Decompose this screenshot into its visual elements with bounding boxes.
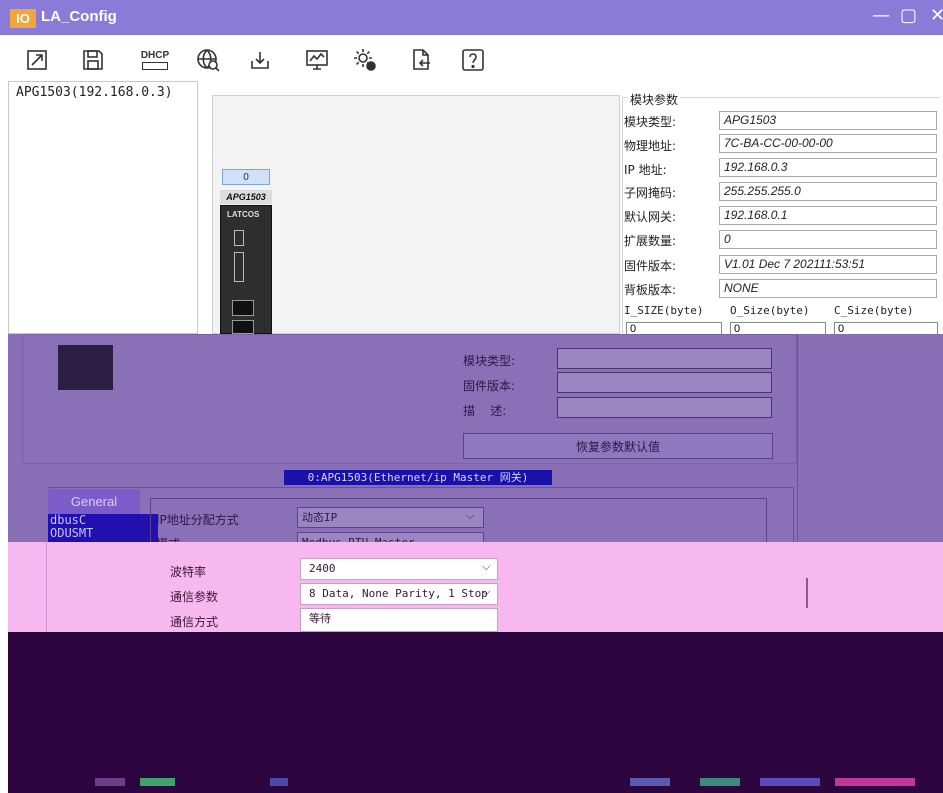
help-icon[interactable] — [458, 45, 488, 75]
device-tree — [8, 81, 198, 334]
noise-strip — [140, 778, 175, 786]
submodule-image — [58, 345, 113, 390]
settings-icon[interactable] — [350, 45, 380, 75]
maximize-button[interactable]: ▢ — [900, 5, 917, 26]
selected-module-bar: 0:APG1503(Ethernet/ip Master 网关) — [284, 470, 552, 485]
param-label: 背板版本: — [624, 283, 677, 297]
tab-general[interactable]: General — [48, 489, 140, 514]
param-value-firmware[interactable]: V1.01 Dec 7 202111:53:51 — [719, 255, 937, 274]
i-size-header: I_SIZE(byte) — [624, 304, 704, 317]
param-value-gateway[interactable]: 192.168.0.1 — [719, 206, 937, 225]
param-value-backplane[interactable]: NONE — [719, 279, 937, 298]
noise-strip — [270, 778, 288, 786]
param-label: 默认网关: — [624, 210, 677, 224]
comm-method-label: 通信方式 — [170, 615, 219, 629]
download-icon[interactable] — [245, 45, 275, 75]
noise-strip — [700, 778, 740, 786]
title-bar — [0, 0, 943, 35]
param-label: 子网掩码: — [624, 186, 677, 200]
sub-type-field[interactable] — [557, 348, 772, 369]
close-button[interactable]: ✕ — [930, 5, 943, 26]
noise-strip — [95, 778, 125, 786]
i-size-input[interactable]: 0 — [626, 322, 722, 335]
c-size-input[interactable]: 0 — [834, 322, 938, 335]
device-label: APG1503 — [220, 190, 272, 204]
device-brand: LATCOS — [227, 210, 260, 219]
device-led-block — [234, 230, 244, 246]
open-icon[interactable] — [22, 45, 52, 75]
chevron-down-icon: ⌵ — [482, 585, 491, 598]
param-label: 物理地址: — [624, 139, 677, 153]
tab-modbus-label-2: ODUSMT — [50, 526, 94, 540]
chevron-down-icon: ⌵ — [482, 560, 491, 573]
network-search-icon[interactable] — [193, 45, 223, 75]
save-icon[interactable] — [78, 45, 108, 75]
noise-strip — [630, 778, 670, 786]
param-value-mac[interactable]: 7C-BA-CC-00-00-00 — [719, 134, 937, 153]
app-title: LA_Config — [41, 8, 117, 25]
comm-params-label: 通信参数 — [170, 590, 219, 604]
export-icon[interactable] — [406, 45, 436, 75]
monitor-icon[interactable] — [302, 45, 332, 75]
tree-item-device[interactable]: APG1503(192.168.0.3) — [16, 85, 173, 100]
scrollbar[interactable] — [806, 578, 808, 608]
sub-label-firmware: 固件版本: — [463, 379, 516, 393]
ethernet-port — [232, 300, 254, 316]
baud-label: 波特率 — [170, 565, 207, 579]
param-value-ip[interactable]: 192.168.0.3 — [719, 158, 937, 177]
dhcp-label: DHCP — [140, 50, 170, 61]
corrupted-area — [8, 632, 943, 793]
dhcp-icon[interactable]: DHCP — [138, 45, 172, 75]
comm-params-select[interactable]: 8 Data, None Parity, 1 Stop — [300, 583, 498, 605]
tab-modbus[interactable]: dbusC ODUSMT — [48, 514, 158, 542]
o-size-input[interactable]: 0 — [730, 322, 826, 335]
slot-number: 0 — [222, 169, 270, 185]
ethernet-port — [232, 320, 254, 334]
baud-select[interactable]: 2400 — [300, 558, 498, 580]
o-size-header: O_Size(byte) — [730, 304, 810, 317]
ip-mode-label: IP地址分配方式 — [156, 513, 239, 527]
rack-diagram — [212, 95, 620, 334]
sub-firmware-field[interactable] — [557, 372, 772, 393]
param-label: 扩展数量: — [624, 234, 677, 248]
noise-strip — [760, 778, 820, 786]
c-size-header: C_Size(byte) — [834, 304, 914, 317]
device-led-block — [234, 252, 244, 282]
minimize-button[interactable]: — — [872, 5, 890, 26]
param-value-expansion[interactable]: 0 — [719, 230, 937, 249]
divider — [797, 334, 798, 544]
sub-description-field[interactable] — [557, 397, 772, 418]
ip-mode-select[interactable]: 动态IP — [297, 507, 484, 528]
comm-method-select[interactable]: 等待 — [300, 608, 498, 632]
param-label: 固件版本: — [624, 259, 677, 273]
chevron-down-icon: ⌵ — [466, 509, 475, 522]
param-label: IP 地址: — [624, 163, 667, 177]
param-value-subnet[interactable]: 255.255.255.0 — [719, 182, 937, 201]
param-value-module-type[interactable]: APG1503 — [719, 111, 937, 130]
sub-label-type: 模块类型: — [463, 354, 516, 368]
app-logo: IO — [10, 9, 36, 28]
params-group-title: 模块参数 — [628, 91, 681, 108]
noise-strip — [835, 778, 915, 786]
restore-defaults-button[interactable]: 恢复参数默认值 — [463, 433, 773, 459]
param-label: 模块类型: — [624, 115, 677, 129]
sub-label-description: 描 述: — [463, 404, 507, 418]
